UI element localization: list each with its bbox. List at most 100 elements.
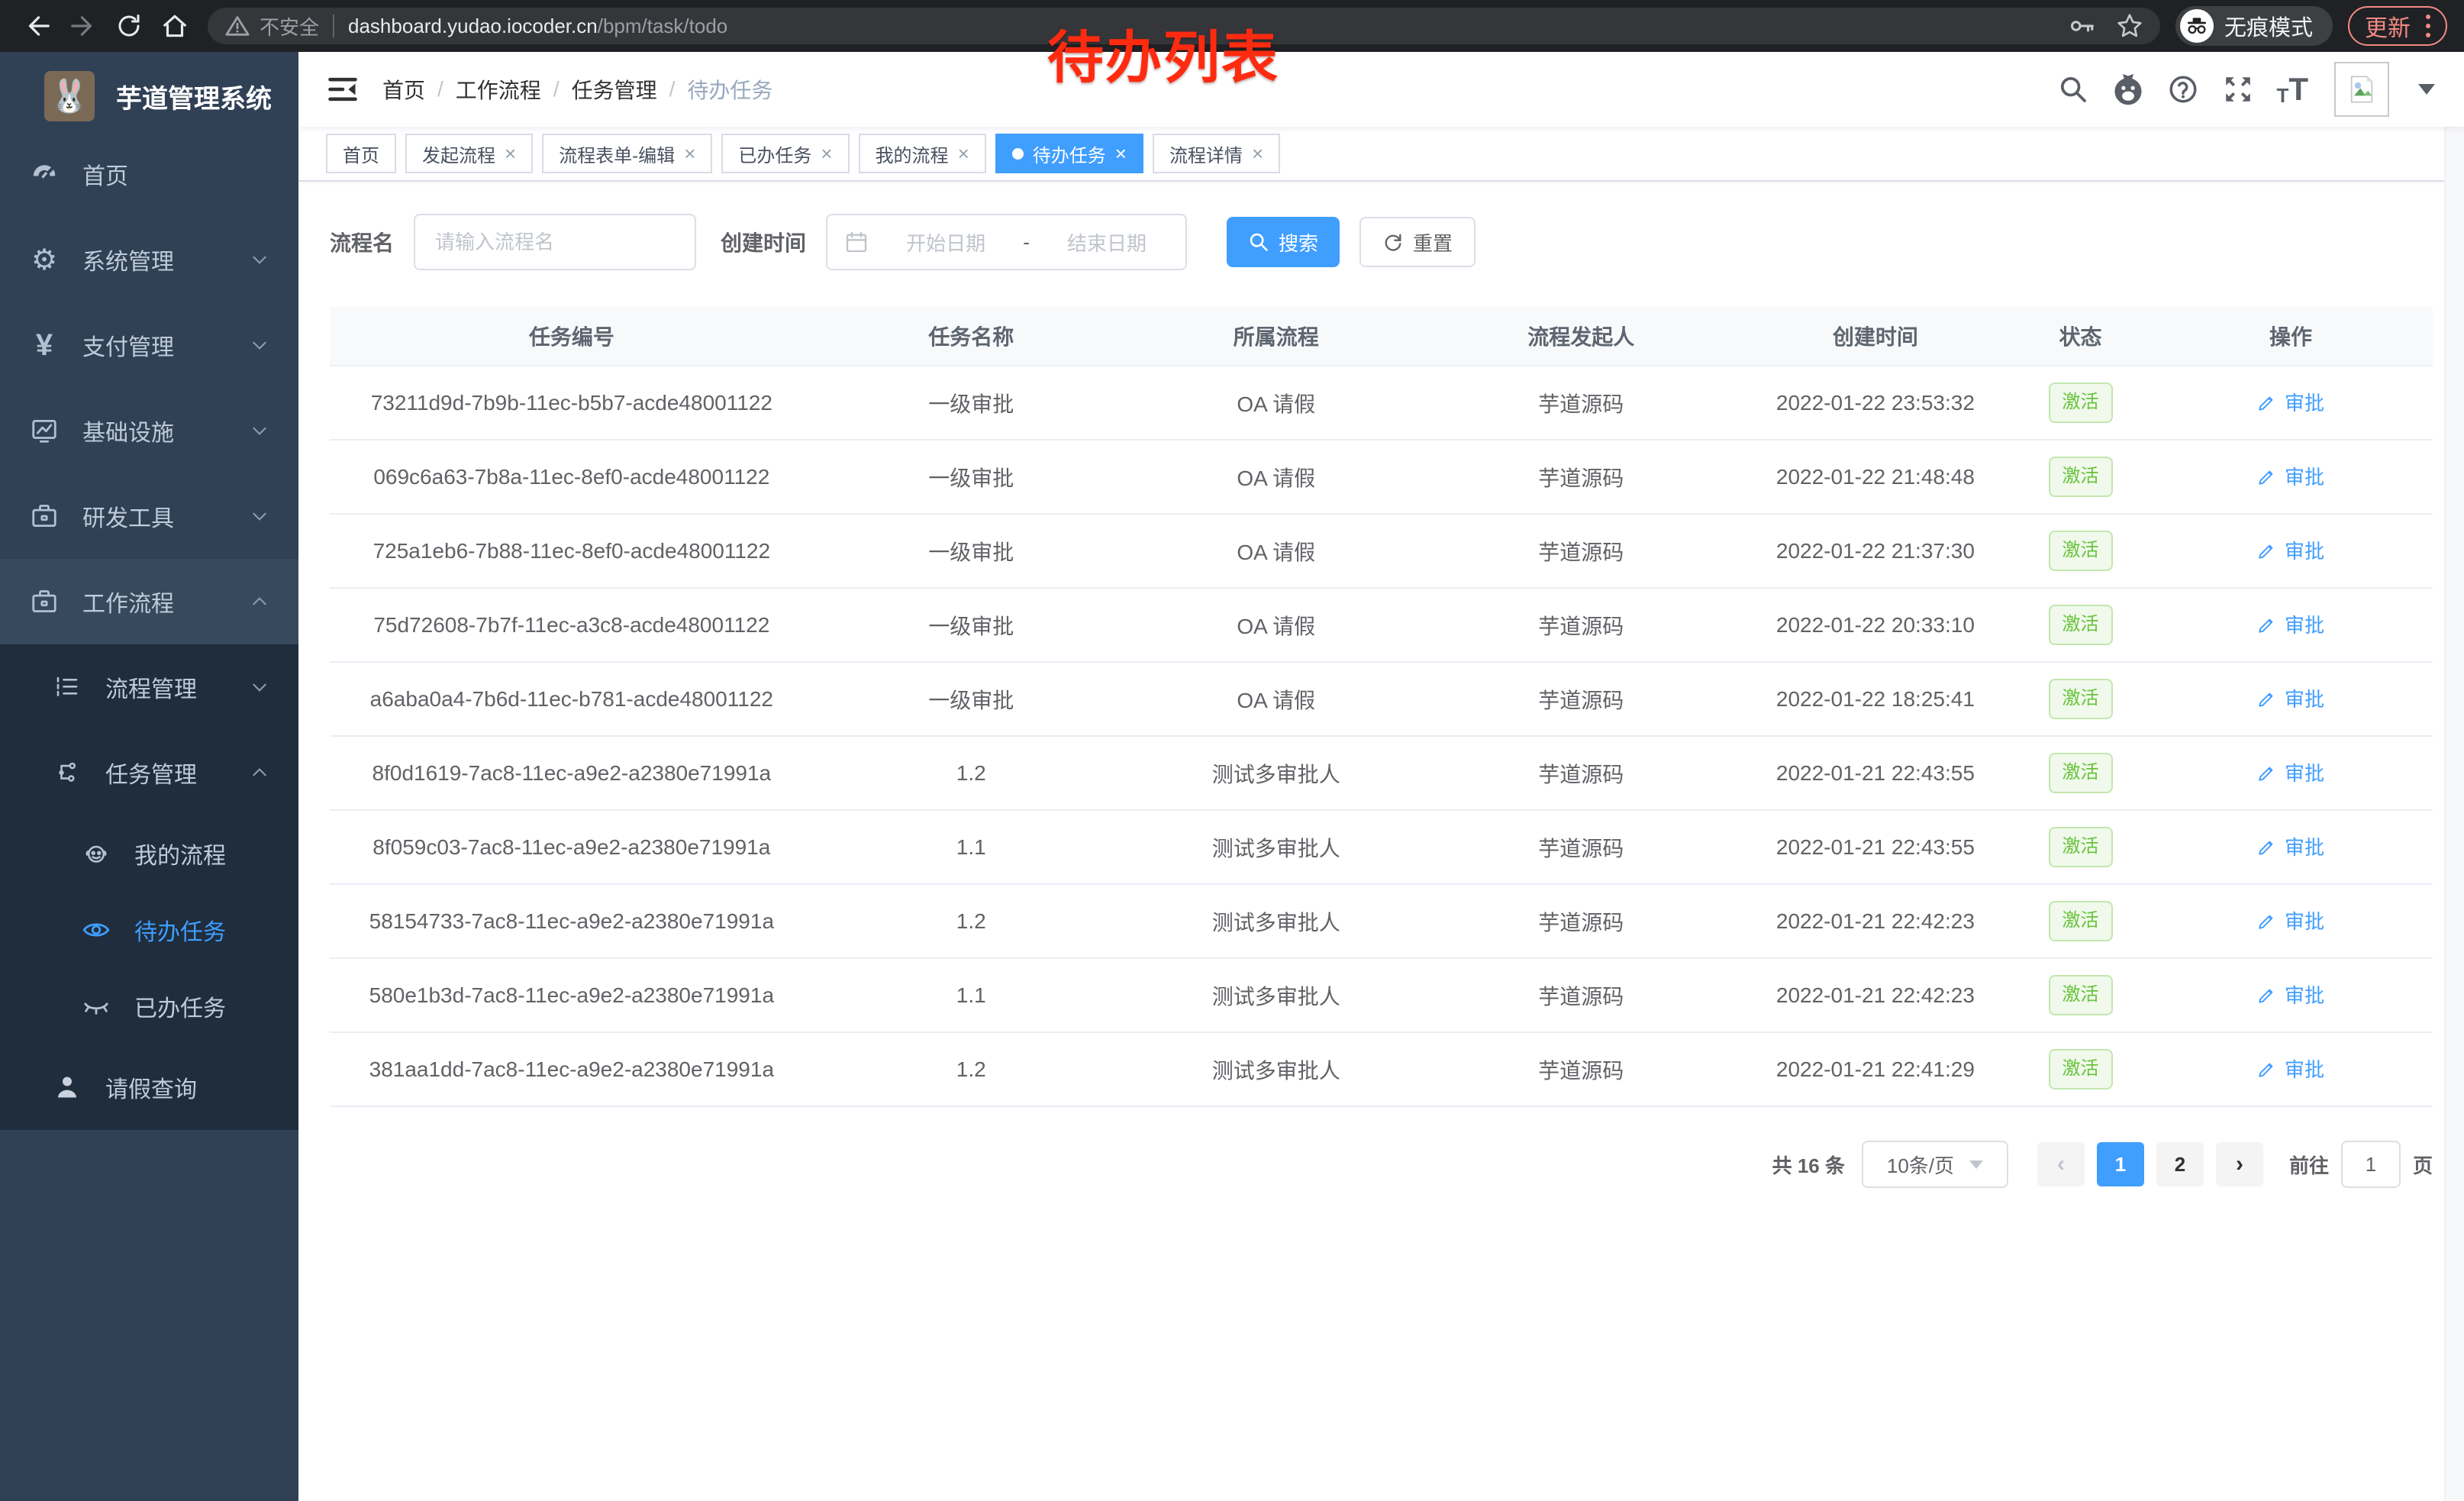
- yen-icon: ¥: [27, 328, 61, 363]
- tab-todo-tasks[interactable]: 待办任务 ×: [995, 134, 1143, 173]
- chevron-up-icon: [250, 763, 269, 783]
- close-icon[interactable]: ×: [684, 144, 695, 163]
- avatar[interactable]: [2334, 62, 2389, 117]
- monitor-icon: [27, 416, 61, 445]
- sidebar-item-label: 请假查询: [105, 1070, 197, 1104]
- goto-page-input[interactable]: [2341, 1141, 2401, 1188]
- fullscreen-icon[interactable]: [2221, 73, 2255, 106]
- person-icon: [50, 1073, 84, 1101]
- start-date-placeholder: 开始日期: [884, 228, 1008, 257]
- goto-label: 前往: [2289, 1151, 2329, 1179]
- key-icon[interactable]: [2069, 12, 2096, 40]
- approve-link[interactable]: 审批: [2257, 832, 2324, 860]
- status-badge: 激活: [2049, 975, 2113, 1015]
- approve-link[interactable]: 审批: [2257, 536, 2324, 564]
- next-page-button[interactable]: ›: [2216, 1142, 2263, 1186]
- search-button[interactable]: 搜索: [1227, 217, 1340, 267]
- status-badge: 激活: [2049, 753, 2113, 793]
- prev-page-button[interactable]: ‹: [2037, 1142, 2085, 1186]
- more-vertical-icon[interactable]: [2426, 15, 2430, 37]
- tab-start-process[interactable]: 发起流程 ×: [405, 134, 533, 173]
- tab-done-tasks[interactable]: 已办任务 ×: [721, 134, 849, 173]
- breadcrumb-home[interactable]: 首页: [382, 74, 425, 105]
- breadcrumb-workflow[interactable]: 工作流程: [456, 74, 541, 105]
- sidebar-item-workflow[interactable]: 工作流程: [0, 559, 298, 644]
- table-row: 580e1b3d-7ac8-11ec-a9e2-a2380e71991a 1.1…: [330, 958, 2433, 1032]
- reset-button[interactable]: 重置: [1359, 217, 1475, 267]
- approve-link[interactable]: 审批: [2257, 388, 2324, 416]
- close-icon[interactable]: ×: [1252, 144, 1263, 163]
- star-icon[interactable]: [2116, 12, 2143, 40]
- sidebar-item-process-mgmt[interactable]: 流程管理: [0, 644, 298, 730]
- approve-link[interactable]: 审批: [2257, 906, 2324, 934]
- sidebar-item-label: 基础设施: [82, 414, 174, 447]
- tab-process-detail[interactable]: 流程详情 ×: [1153, 134, 1280, 173]
- table-row: a6aba0a4-7b6d-11ec-b781-acde48001122 一级审…: [330, 662, 2433, 736]
- close-icon[interactable]: ×: [505, 144, 516, 163]
- sidebar-collapse-icon[interactable]: [326, 73, 360, 106]
- scrollbar[interactable]: [2444, 52, 2464, 1501]
- approve-link[interactable]: 审批: [2257, 610, 2324, 638]
- forward-icon[interactable]: [63, 5, 104, 47]
- security-label: 不安全: [260, 12, 319, 40]
- breadcrumb-task-mgmt[interactable]: 任务管理: [572, 74, 657, 105]
- sidebar-item-infra[interactable]: 基础设施: [0, 388, 298, 473]
- page-button-2[interactable]: 2: [2156, 1142, 2204, 1186]
- sidebar-item-label: 首页: [82, 157, 128, 191]
- briefcase-icon: [27, 587, 61, 616]
- sidebar-item-leave-query[interactable]: 请假查询: [0, 1044, 298, 1130]
- sidebar-item-payment[interactable]: ¥ 支付管理: [0, 302, 298, 388]
- table-row: 8f059c03-7ac8-11ec-a9e2-a2380e71991a 1.1…: [330, 810, 2433, 884]
- dropdown-caret[interactable]: [2418, 84, 2435, 95]
- chevron-down-icon: [250, 421, 269, 441]
- sidebar-item-done-tasks[interactable]: 已办任务: [0, 968, 298, 1044]
- sidebar-item-my-process[interactable]: 我的流程: [0, 815, 298, 892]
- update-label: 更新: [2365, 9, 2411, 43]
- table-row: 8f0d1619-7ac8-11ec-a9e2-a2380e71991a 1.2…: [330, 736, 2433, 810]
- end-date-placeholder: 结束日期: [1045, 228, 1169, 257]
- date-range-picker[interactable]: 开始日期 - 结束日期: [826, 214, 1187, 270]
- sidebar-item-label: 支付管理: [82, 328, 174, 362]
- search-icon[interactable]: [2056, 73, 2090, 106]
- page-button-1[interactable]: 1: [2097, 1142, 2144, 1186]
- refresh-icon[interactable]: [108, 5, 150, 47]
- close-icon[interactable]: ×: [1115, 144, 1127, 163]
- github-icon[interactable]: [2111, 73, 2145, 106]
- tab-home[interactable]: 首页: [326, 134, 396, 173]
- approve-link[interactable]: 审批: [2257, 758, 2324, 786]
- back-icon[interactable]: [17, 5, 58, 47]
- home-icon[interactable]: [154, 5, 195, 47]
- status-badge: 激活: [2049, 383, 2113, 423]
- page-size-select[interactable]: 10条/页: [1862, 1141, 2008, 1188]
- tree-icon: [50, 759, 84, 786]
- approve-link[interactable]: 审批: [2257, 684, 2324, 712]
- sidebar-item-system[interactable]: ⚙ 系统管理: [0, 217, 298, 302]
- table-row: 75d72608-7b7f-11ec-a3c8-acde48001122 一级审…: [330, 588, 2433, 662]
- tab-my-process[interactable]: 我的流程 ×: [859, 134, 986, 173]
- approve-link[interactable]: 审批: [2257, 1054, 2324, 1083]
- sidebar-item-home[interactable]: 首页: [0, 131, 298, 217]
- status-badge: 激活: [2049, 457, 2113, 497]
- table-row: 381aa1dd-7ac8-11ec-a9e2-a2380e71991a 1.2…: [330, 1032, 2433, 1106]
- approve-link[interactable]: 审批: [2257, 462, 2324, 490]
- sidebar-item-task-mgmt[interactable]: 任务管理: [0, 730, 298, 815]
- sidebar-item-devtools[interactable]: 研发工具: [0, 473, 298, 559]
- incognito-badge[interactable]: 无痕模式: [2175, 6, 2333, 46]
- close-icon[interactable]: ×: [958, 144, 969, 163]
- close-icon[interactable]: ×: [821, 144, 832, 163]
- approve-link[interactable]: 审批: [2257, 980, 2324, 1009]
- tab-bar: 首页 发起流程 × 流程表单-编辑 × 已办任务 × 我的流程 × 待办任务 ×…: [298, 127, 2464, 182]
- chevron-down-icon: [250, 677, 269, 697]
- status-badge: 激活: [2049, 901, 2113, 941]
- update-button[interactable]: 更新: [2348, 6, 2447, 46]
- main-area: 首页 / 工作流程 / 任务管理 / 待办任务 TT: [298, 52, 2464, 1501]
- annotation-overlay: 待办列表: [1047, 12, 1279, 94]
- eye-closed-icon: [79, 992, 113, 1021]
- app-logo[interactable]: 🐰 芋道管理系统: [0, 52, 298, 131]
- sidebar-item-todo-tasks[interactable]: 待办任务: [0, 892, 298, 968]
- font-size-icon[interactable]: TT: [2276, 73, 2308, 105]
- help-icon[interactable]: [2166, 73, 2200, 106]
- process-name-input[interactable]: [414, 214, 696, 270]
- tab-process-form-edit[interactable]: 流程表单-编辑 ×: [542, 134, 712, 173]
- sidebar-item-label: 系统管理: [82, 243, 174, 276]
